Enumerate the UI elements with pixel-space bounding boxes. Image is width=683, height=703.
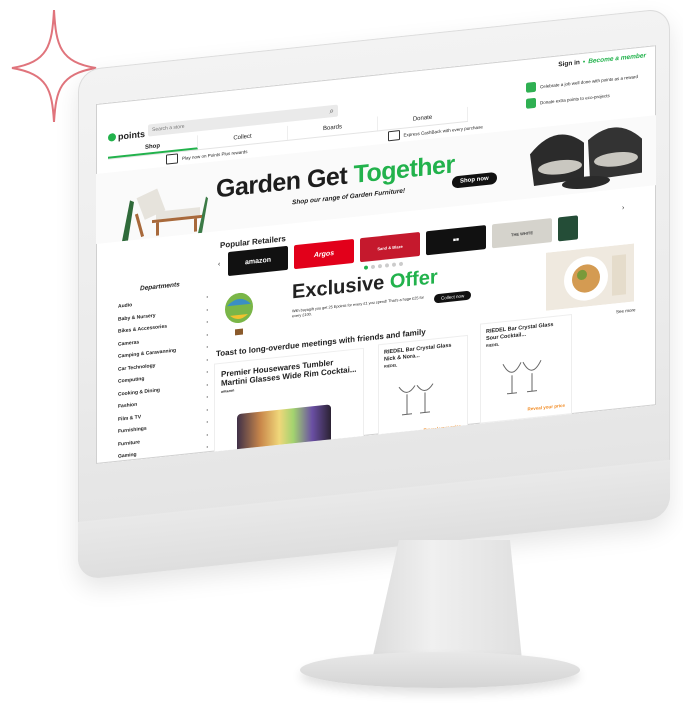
promo-text: Donate extra points to eco-projects: [540, 92, 610, 105]
offer-title-part1: Exclusive: [292, 271, 390, 304]
chevron-right-icon: ›: [206, 369, 208, 376]
promo-list: Celebrate a job well done with points as…: [526, 70, 646, 115]
chevron-right-icon: ›: [206, 294, 208, 301]
chevron-right-icon: ›: [206, 356, 208, 363]
offer-title-part2: Offer: [389, 266, 438, 294]
product-card[interactable]: RIEDEL Bar Crystal Glass Sour Cocktail..…: [480, 313, 572, 424]
tree-icon: [526, 97, 536, 109]
retailer-the-white[interactable]: THE WHITE: [492, 218, 552, 249]
see-more-link[interactable]: See more: [616, 307, 636, 314]
chevron-right-icon: ›: [206, 306, 208, 313]
coupe-glasses-image: [398, 383, 434, 416]
carousel-dot[interactable]: [378, 263, 382, 269]
retailers-next-icon[interactable]: ›: [622, 204, 624, 211]
search-icon[interactable]: ⌕: [330, 106, 334, 116]
chevron-right-icon: ›: [206, 331, 208, 338]
retailer-sand-blaze[interactable]: Sand & Blaze: [360, 231, 420, 263]
departments-title: Departments: [140, 281, 180, 293]
monitor-stand-base: [300, 652, 580, 688]
logo-dot-icon: [108, 132, 116, 142]
chevron-right-icon: ›: [206, 406, 208, 413]
chevron-right-icon: ›: [206, 319, 208, 326]
become-member-link[interactable]: Become a member: [588, 52, 646, 65]
chevron-right-icon: ›: [206, 419, 208, 426]
rattan-furniture-image: [530, 127, 642, 190]
account-links: Sign in • Become a member: [558, 52, 646, 68]
retailer-amazon[interactable]: amazon: [228, 245, 288, 277]
retailers-prev-icon[interactable]: ‹: [218, 261, 220, 268]
separator: •: [582, 58, 586, 66]
retailer-argos[interactable]: Argos: [294, 238, 354, 270]
carousel-dot[interactable]: [399, 261, 403, 267]
signin-link[interactable]: Sign in: [558, 59, 580, 68]
carousel-dots: [364, 261, 403, 270]
monitor-chin: [78, 459, 670, 580]
logo-text: points: [118, 128, 145, 142]
chevron-right-icon: ›: [206, 444, 208, 451]
chevron-right-icon: ›: [206, 381, 208, 388]
monitor-stand-neck: [372, 540, 522, 660]
chevron-right-icon: ›: [206, 344, 208, 351]
retailer-tile-green[interactable]: [558, 215, 578, 242]
chevron-right-icon: ›: [206, 431, 208, 438]
carousel-dot[interactable]: [364, 265, 368, 270]
gift-card-icon: [166, 153, 178, 165]
departments-sidebar: Departments Audio › Baby & Nursery › Bikes &…: [118, 278, 208, 464]
chevron-right-icon: ›: [206, 394, 208, 401]
thumbs-up-icon: [526, 81, 536, 93]
monitor-screen: Sign in•Become a member points ⌕ Shop Co…: [96, 45, 656, 464]
sour-glasses-image: [502, 360, 542, 395]
carousel-dot[interactable]: [371, 264, 375, 270]
carousel-dot[interactable]: [385, 263, 389, 268]
carousel-dot[interactable]: [392, 262, 396, 267]
promo-text: Celebrate a job well done with points as…: [540, 73, 639, 89]
retailer-tile[interactable]: ■■: [426, 225, 486, 256]
collect-now-button[interactable]: Collect now: [434, 290, 472, 304]
hot-air-balloon-image: [225, 292, 253, 336]
food-plate-image: [546, 243, 634, 311]
sun-lounger-image: [122, 188, 208, 242]
cashback-icon: [387, 130, 400, 142]
reveal-price-label[interactable]: Reveal your price: [527, 403, 565, 412]
